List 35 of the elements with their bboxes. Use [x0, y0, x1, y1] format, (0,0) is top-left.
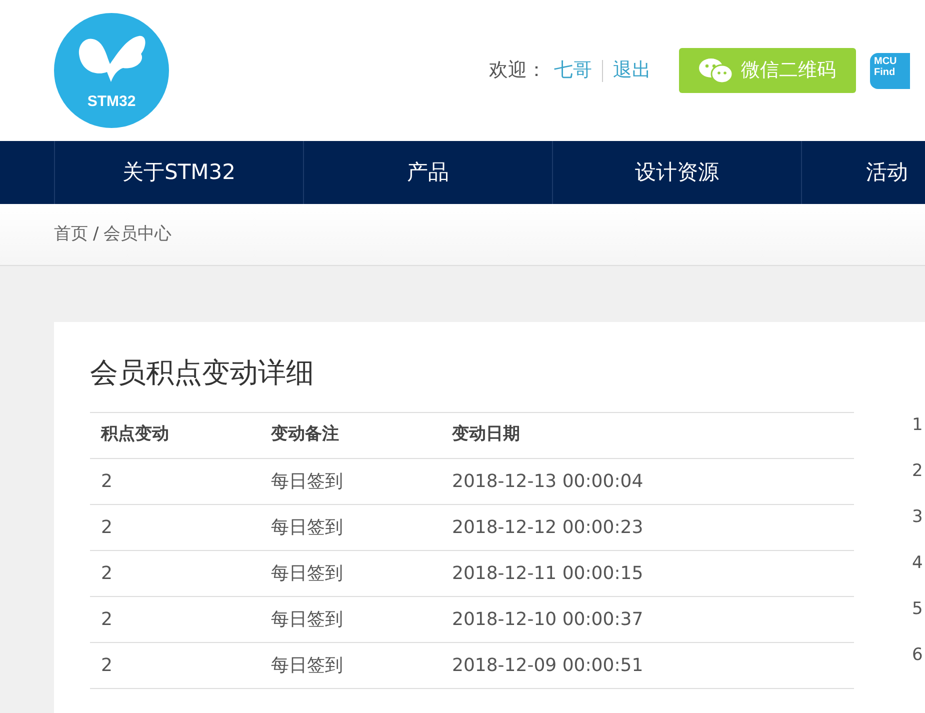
table-cell-text: 6	[912, 644, 923, 668]
table-cell-text: 1	[912, 414, 923, 438]
badge-text: Find	[874, 66, 896, 78]
table-cell-text: 2	[100, 608, 114, 632]
column-header: 积点变动	[100, 423, 170, 446]
column-header: 变动备注	[271, 423, 340, 446]
panel-title: 会员积点变动详细	[90, 356, 315, 390]
mcu-finder-badge[interactable]: MCU Find	[870, 52, 910, 88]
table-cell-text: 2018-12-09 00:00:51	[452, 654, 644, 678]
table-cell-text: 每日签到	[271, 608, 344, 632]
table-cell-text: 2018-12-13 00:00:04	[452, 470, 644, 494]
welcome-label: 欢迎：	[489, 58, 546, 84]
logout-link[interactable]: 退出	[613, 56, 651, 85]
column-header: 变动日期	[452, 423, 520, 446]
table-cell-text: 每日签到	[271, 654, 344, 678]
table-cell-text: 3	[912, 506, 923, 530]
table-cell-text: 5	[912, 598, 923, 622]
table-cell-text: 2	[100, 470, 114, 494]
logo-text: STM32	[87, 94, 136, 109]
table-cell-text: 2	[912, 460, 923, 484]
table-cell-text: 2018-12-12 00:00:23	[452, 516, 644, 540]
table-cell-text: 4	[912, 552, 923, 576]
table-cell-text: 2	[100, 654, 114, 678]
breadcrumb-separator: /	[93, 222, 99, 246]
table-cell-text: 2	[100, 516, 114, 540]
table-cell-text: 2	[100, 562, 114, 586]
breadcrumb-link[interactable]: 首页	[54, 222, 88, 248]
table-cell-text: 每日签到	[271, 562, 344, 586]
table-cell-text: 2018-12-11 00:00:15	[452, 562, 644, 586]
breadcrumb-current: 会员中心	[104, 222, 172, 246]
badge-text: MCU	[874, 56, 898, 66]
user-link[interactable]: 七哥	[554, 56, 592, 85]
table-cell-text: 2018-12-10 00:00:37	[452, 608, 644, 632]
table-cell-text: 每日签到	[271, 470, 344, 494]
table-cell-text: 每日签到	[271, 516, 344, 540]
